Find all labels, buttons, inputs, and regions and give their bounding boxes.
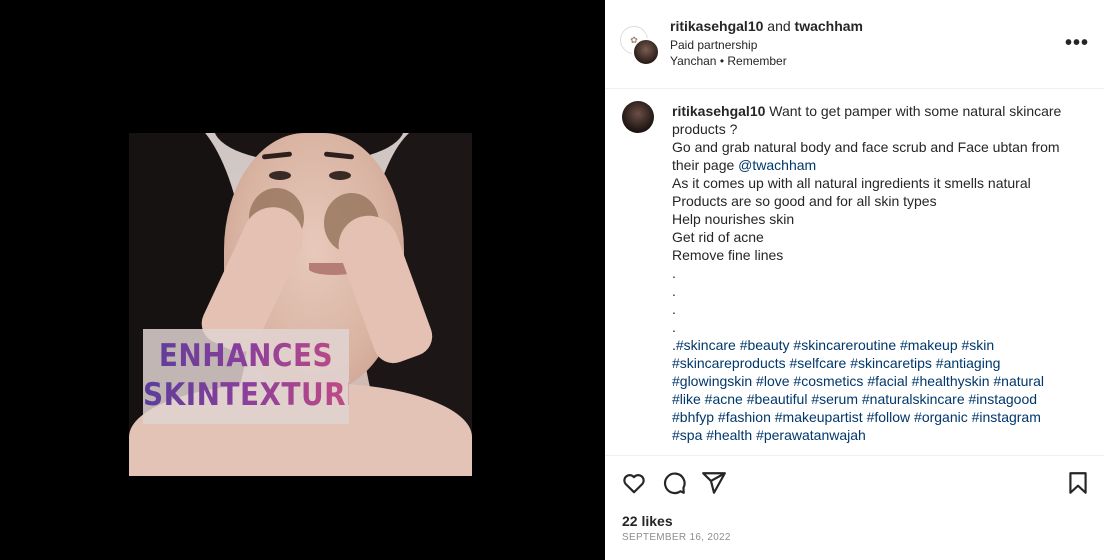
paid-partnership-label[interactable]: Paid partnership — [670, 38, 757, 52]
post-video[interactable]: ENHANCES SKINTEXTURE — [129, 133, 472, 476]
hashtag-line[interactable]: #bhfyp #fashion #makeupartist #follow #o… — [672, 408, 1077, 426]
header-and: and — [767, 18, 791, 34]
hashtag-line[interactable]: #like #acne #beautiful #serum #naturalsk… — [672, 390, 1077, 408]
caption-dot: . — [672, 319, 676, 335]
caption-line: Help nourishes skin — [672, 211, 795, 227]
video-text-overlay: ENHANCES SKINTEXTURE — [143, 329, 349, 424]
caption-dot: . — [672, 301, 676, 317]
hashtag-line[interactable]: #skincareproducts #selfcare #skincaretip… — [672, 354, 1077, 372]
photo-eye — [329, 171, 351, 180]
overlay-line-1: ENHANCES — [158, 338, 334, 374]
mention-link[interactable]: @twachham — [738, 157, 816, 173]
caption-line: As it comes up with all natural ingredie… — [672, 175, 1031, 191]
caption-dot: . — [672, 283, 676, 299]
header-title: ritikasehgal10 and twachham — [670, 18, 863, 34]
likes-count[interactable]: 22 likes — [622, 513, 673, 529]
more-options-button[interactable]: ••• — [1065, 32, 1089, 55]
bookmark-icon[interactable] — [1065, 470, 1091, 496]
post-date[interactable]: SEPTEMBER 16, 2022 — [622, 532, 731, 543]
post-dialog: ENHANCES SKINTEXTURE ✿ ritikasehgal10 an… — [0, 0, 1104, 560]
heart-icon[interactable] — [621, 470, 647, 496]
hashtag-line[interactable]: #spa #health #perawatanwajah — [672, 426, 1077, 444]
header-partner-link[interactable]: twachham — [795, 18, 863, 34]
caption-line: their page — [672, 157, 735, 173]
caption-text: ritikasehgal10 Want to get pamper with s… — [672, 102, 1077, 444]
caption-dot: . — [672, 265, 676, 281]
photo-eye — [269, 171, 291, 180]
user-avatar[interactable] — [632, 38, 660, 66]
caption-line: Products are so good and for all skin ty… — [672, 193, 937, 209]
share-icon[interactable] — [701, 470, 727, 496]
overlay-line-2: SKINTEXTURE — [143, 377, 366, 413]
caption-line: Go and grab natural body and face scrub … — [672, 139, 1060, 155]
caption-section: ritikasehgal10 Want to get pamper with s… — [605, 89, 1104, 456]
hashtag-line[interactable]: #skincare #beauty #skincareroutine #make… — [676, 337, 994, 353]
caption-line: Remove fine lines — [672, 247, 784, 263]
comment-icon[interactable] — [661, 470, 687, 496]
caption-line: Want to get pamper with some natural ski… — [769, 103, 1062, 119]
header-user-link[interactable]: ritikasehgal10 — [670, 18, 763, 34]
action-bar — [605, 456, 1104, 512]
caption-username[interactable]: ritikasehgal10 — [672, 103, 765, 119]
caption-avatar[interactable] — [622, 101, 654, 133]
caption-line: Get rid of acne — [672, 229, 764, 245]
overlay-text: ENHANCES SKINTEXTURE — [143, 337, 349, 415]
post-header: ✿ ritikasehgal10 and twachham Paid partn… — [605, 0, 1104, 89]
collab-avatars[interactable]: ✿ — [620, 26, 660, 66]
audio-link[interactable]: Yanchan • Remember — [670, 54, 787, 68]
caption-line: products ? — [672, 121, 738, 137]
media-area: ENHANCES SKINTEXTURE — [0, 0, 605, 560]
hashtag-line[interactable]: #glowingskin #love #cosmetics #facial #h… — [672, 372, 1077, 390]
details-panel: ✿ ritikasehgal10 and twachham Paid partn… — [605, 0, 1104, 560]
